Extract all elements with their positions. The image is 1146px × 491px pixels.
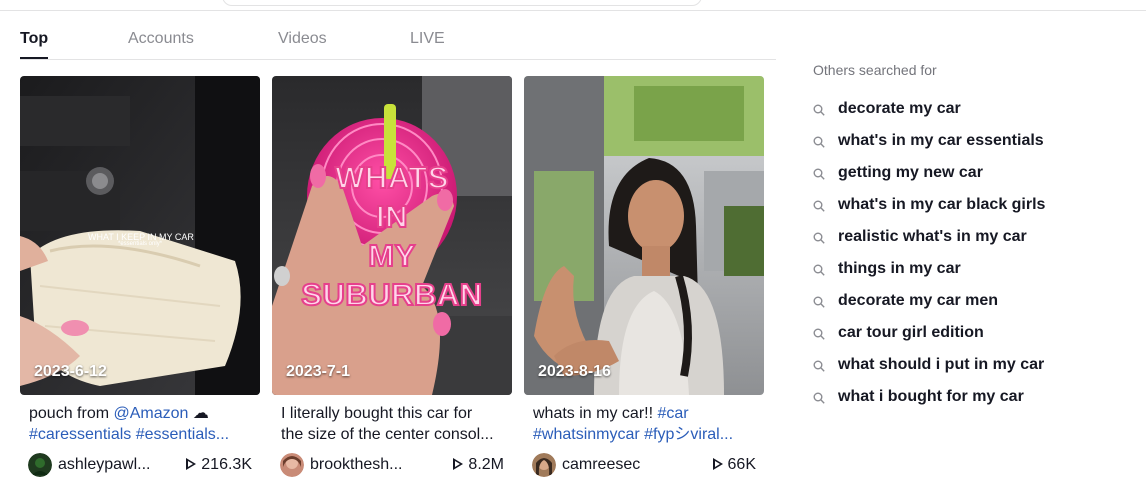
tab-live[interactable]: LIVE	[410, 30, 445, 48]
video-description: I literally bought this car for the size…	[281, 403, 503, 445]
related-search-item[interactable]: what's in my car black girls	[813, 192, 1113, 224]
tabs-divider	[20, 59, 776, 60]
description-text: pouch from	[29, 405, 114, 422]
play-count: 8.2M	[453, 456, 504, 474]
play-count-value: 8.2M	[468, 456, 504, 473]
hashtag-links[interactable]: #caressentials #essentials...	[29, 424, 251, 445]
header-bar	[0, 0, 1146, 11]
related-search-item[interactable]: decorate my car men	[813, 288, 1113, 320]
others-searched-title: Others searched for	[813, 62, 937, 78]
video-card[interactable]: WHATS IN MY SUBURBAN 2023-7-1 I literall…	[272, 76, 512, 477]
related-search-label: what's in my car essentials	[838, 132, 1044, 149]
video-meta: camreesec 66K	[532, 451, 756, 477]
related-search-item[interactable]: decorate my car	[813, 96, 1113, 128]
related-search-label: getting my new car	[838, 164, 983, 181]
related-search-label: decorate my car men	[838, 292, 999, 309]
description-text: the size of the center consol...	[281, 426, 494, 443]
play-icon	[453, 458, 464, 470]
play-count: 216.3K	[186, 456, 252, 474]
description-text: whats in my car!!	[533, 405, 658, 422]
related-search-label: car tour girl edition	[838, 324, 984, 341]
play-icon	[712, 458, 723, 470]
search-icon	[813, 200, 825, 212]
hashtag-link[interactable]: #car	[657, 405, 688, 422]
search-icon	[813, 232, 825, 244]
play-count: 66K	[712, 456, 756, 474]
related-search-label: what i bought for my car	[838, 388, 1024, 405]
hashtag-links[interactable]: #whatsinmycar #fypシviral...	[533, 424, 755, 445]
related-search-label: things in my car	[838, 260, 961, 277]
video-description: whats in my car!! #car #whatsinmycar #fy…	[533, 403, 755, 445]
video-thumbnail[interactable]: WHATS IN MY SUBURBAN 2023-7-1	[272, 76, 512, 395]
play-count-value: 216.3K	[201, 456, 252, 473]
username[interactable]: brookthesh...	[310, 456, 403, 474]
related-search-item[interactable]: things in my car	[813, 256, 1113, 288]
tab-accounts[interactable]: Accounts	[128, 30, 194, 48]
cloud-emoji: ☁	[192, 405, 209, 422]
video-thumbnail[interactable]: WHAT I KEEP IN MY CAR *essentials only* …	[20, 76, 260, 395]
related-search-label: what should i put in my car	[838, 356, 1045, 373]
related-search-item[interactable]: getting my new car	[813, 160, 1113, 192]
related-search-item[interactable]: what i bought for my car	[813, 384, 1113, 416]
related-search-item[interactable]: what should i put in my car	[813, 352, 1113, 384]
related-search-item[interactable]: what's in my car essentials	[813, 128, 1113, 160]
search-icon	[813, 136, 825, 148]
video-date: 2023-6-12	[34, 363, 107, 380]
search-bar[interactable]	[222, 0, 702, 6]
search-icon	[813, 264, 825, 276]
thumbnail-image	[524, 76, 764, 395]
tab-top[interactable]: Top	[20, 30, 48, 48]
video-meta: brookthesh... 8.2M	[280, 451, 504, 477]
related-search-item[interactable]: car tour girl edition	[813, 320, 1113, 352]
avatar[interactable]	[280, 453, 304, 477]
related-search-item[interactable]: realistic what's in my car	[813, 224, 1113, 256]
video-description: pouch from @Amazon ☁ #caressentials #ess…	[29, 403, 251, 445]
video-card[interactable]: 2023-8-16 whats in my car!! #car #whatsi…	[524, 76, 764, 477]
description-text: I literally bought this car for	[281, 405, 473, 422]
username[interactable]: ashleypawl...	[58, 456, 151, 474]
overlay-subcaption: *essentials only*	[118, 241, 163, 247]
tab-videos[interactable]: Videos	[278, 30, 327, 48]
search-icon	[813, 168, 825, 180]
overlay-title-line: MY	[367, 237, 416, 274]
overlay-title-line: WHATS	[334, 159, 449, 196]
overlay-title: WHATS IN MY SUBURBAN	[272, 158, 512, 314]
search-icon	[813, 104, 825, 116]
video-date: 2023-8-16	[538, 363, 611, 380]
search-icon	[813, 392, 825, 404]
search-icon	[813, 360, 825, 372]
related-searches-list: decorate my car what's in my car essenti…	[813, 96, 1113, 416]
overlay-title-line: IN	[375, 198, 409, 235]
username[interactable]: camreesec	[562, 456, 640, 474]
video-meta: ashleypawl... 216.3K	[28, 451, 252, 477]
video-thumbnail[interactable]: 2023-8-16	[524, 76, 764, 395]
search-icon	[813, 328, 825, 340]
avatar[interactable]	[532, 453, 556, 477]
video-date: 2023-7-1	[286, 363, 351, 380]
play-icon	[186, 458, 197, 470]
search-tabs: Top Accounts Videos LIVE	[20, 28, 776, 60]
related-search-label: decorate my car	[838, 100, 961, 117]
play-count-value: 66K	[727, 456, 756, 473]
mention-link[interactable]: @Amazon	[113, 405, 188, 422]
overlay-title-line: SUBURBAN	[300, 276, 483, 313]
search-icon	[813, 296, 825, 308]
video-card[interactable]: WHAT I KEEP IN MY CAR *essentials only* …	[20, 76, 260, 477]
related-search-label: realistic what's in my car	[838, 228, 1027, 245]
related-search-label: what's in my car black girls	[838, 196, 1046, 213]
avatar[interactable]	[28, 453, 52, 477]
